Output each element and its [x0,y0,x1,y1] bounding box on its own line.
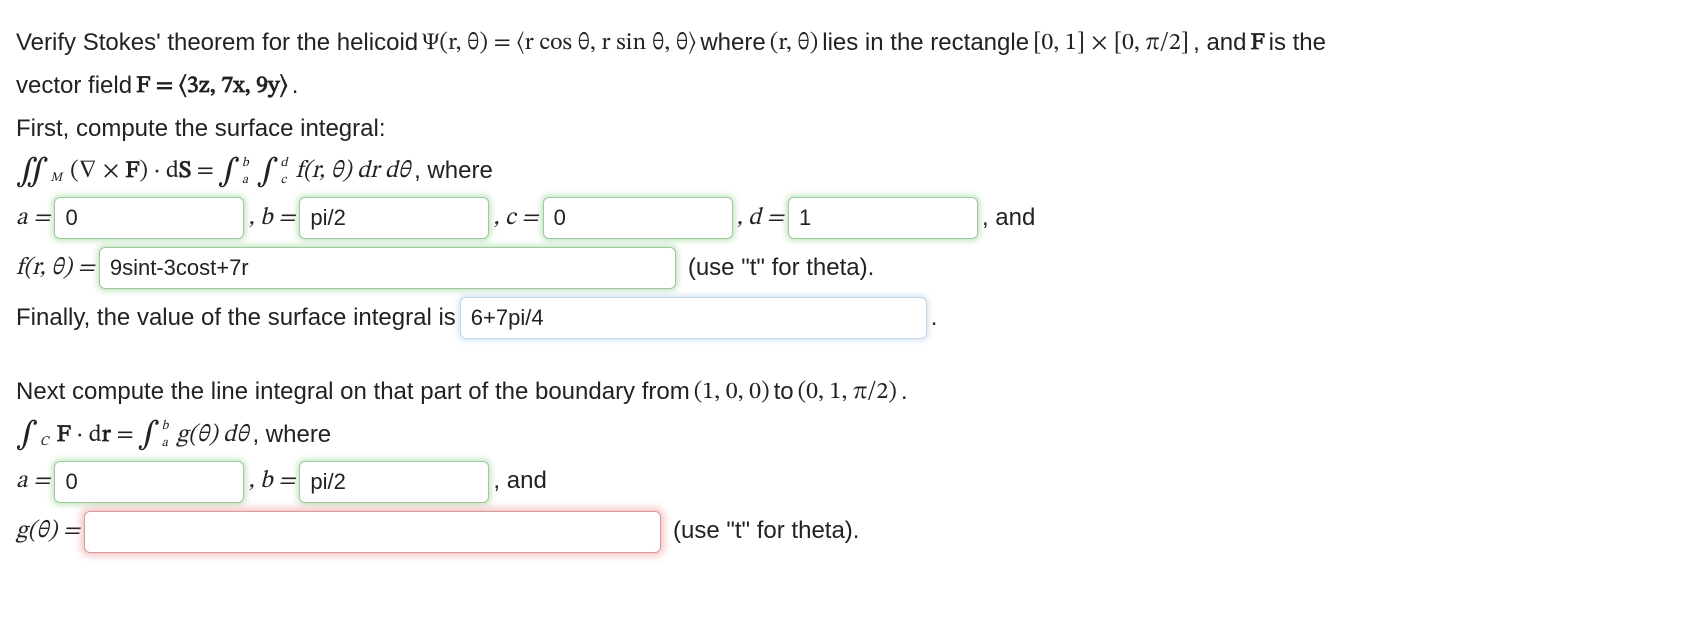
outer-integral: ∫ b a [218,156,253,188]
surface-heading: First, compute the surface integral: [16,112,1684,147]
label-c: , c = [493,201,538,236]
lineint-heading-prefix: Next compute the line integral on that p… [16,375,690,410]
input-g[interactable] [84,511,661,553]
problem-container: Verify Stokes' theorem for the helicoid … [0,0,1700,601]
outer-upper: b [242,157,249,170]
input-f[interactable] [99,247,676,289]
inner-integral: ∫ d c [257,156,292,188]
lineint-label-a: a = [16,464,50,499]
outer-lower: a [242,174,249,187]
label-d: , d = [737,201,784,236]
lineint-input-a[interactable] [54,461,244,503]
intro-text-6: vector field [16,69,132,104]
surface-result-row: Finally, the value of the surface integr… [16,297,1684,339]
lineint-lower: a [162,437,169,450]
inner-limits: d c [281,157,288,187]
lineint-rhs-integral: ∫ b a [138,419,173,451]
lineint-upper: b [162,420,169,433]
lineint-g-row: g(θ) = (use "t" for theta). [16,511,1684,553]
F-symbol: F [1251,26,1265,61]
rectangle-expr: [0, 1] × [0, π/2] [1033,26,1189,61]
lineint-label-and: , and [493,464,546,499]
surface-integral-eq: ∬ M (∇ × F) · dS = ∫ b a ∫ d c f(r, θ) d… [16,154,1684,189]
input-b[interactable] [299,197,489,239]
F-dot-dr: F · dr = [57,418,134,453]
integral-icon: ∫ [138,419,160,451]
integral-icon: ∫ [16,419,38,451]
intro-text-1: Verify Stokes' theorem for the helicoid [16,26,418,61]
doubleint-symbol: ∬ M [16,156,66,188]
surface-limits-row: a = , b = , c = , d = , and [16,197,1684,239]
where-text: , where [414,154,493,189]
integral-icon: ∫ [218,156,240,188]
lineint-sub: C [40,434,49,453]
intro-text-7: . [292,69,299,104]
intro-text-4: , and [1193,26,1246,61]
point-2: (0, 1, π/2) [798,375,897,410]
inner-upper: d [281,157,288,170]
input-c[interactable] [543,197,733,239]
surface-integrand: f(r, θ) dr dθ [296,154,411,189]
inner-lower: c [281,174,288,187]
r-theta: (r, θ) [770,26,819,61]
input-surface-result[interactable] [460,297,927,339]
surface-result-suffix: . [931,301,938,336]
input-d[interactable] [788,197,978,239]
label-g: g(θ) = [16,514,80,549]
surface-f-row: f(r, θ) = (use "t" for theta). [16,247,1684,289]
doubleint-op: ∬ [16,156,49,188]
lineint-heading-suffix: . [901,375,908,410]
lineint-eq: ∫ C F · dr = ∫ b a g(θ) dθ , where [16,418,1684,453]
intro-text-5: is the [1269,26,1326,61]
surface-heading-text: First, compute the surface integral: [16,112,386,147]
outer-limits: b a [242,157,249,187]
integral-icon: ∫ [257,156,279,188]
intro-line-2: vector field F = ⟨3z, 7x, 9y⟩ . [16,69,1684,104]
F-expression: F = ⟨3z, 7x, 9y⟩ [136,69,288,104]
lineint-limits: b a [162,420,169,450]
point-1: (1, 0, 0) [694,375,770,410]
label-and: , and [982,201,1035,236]
doubleint-sub: M [51,170,63,189]
psi-expression: Ψ(r, θ) = ⟨r cos θ, r sin θ, θ⟩ [422,26,696,61]
lineint-input-b[interactable] [299,461,489,503]
lineint-where: , where [252,418,331,453]
hint-g: (use "t" for theta). [673,514,859,549]
hint-f: (use "t" for theta). [688,251,874,286]
lineint-integrand: g(θ) dθ [176,418,248,453]
lineint-heading: Next compute the line integral on that p… [16,375,1684,410]
intro-text-3: lies in the rectangle [822,26,1029,61]
intro-line-1: Verify Stokes' theorem for the helicoid … [16,26,1684,61]
label-b: , b = [248,201,295,236]
input-a[interactable] [54,197,244,239]
lineint-limits-row: a = , b = , and [16,461,1684,503]
label-a: a = [16,201,50,236]
intro-text-2: where [700,26,765,61]
lineint-heading-mid: to [774,375,794,410]
lineint-label-b: , b = [248,464,295,499]
curl-F-dS: (∇ × F) · dS = [70,154,214,189]
label-f: f(r, θ) = [16,251,95,286]
lineint-symbol: ∫ C [16,419,53,451]
label-surface-result: Finally, the value of the surface integr… [16,301,456,336]
